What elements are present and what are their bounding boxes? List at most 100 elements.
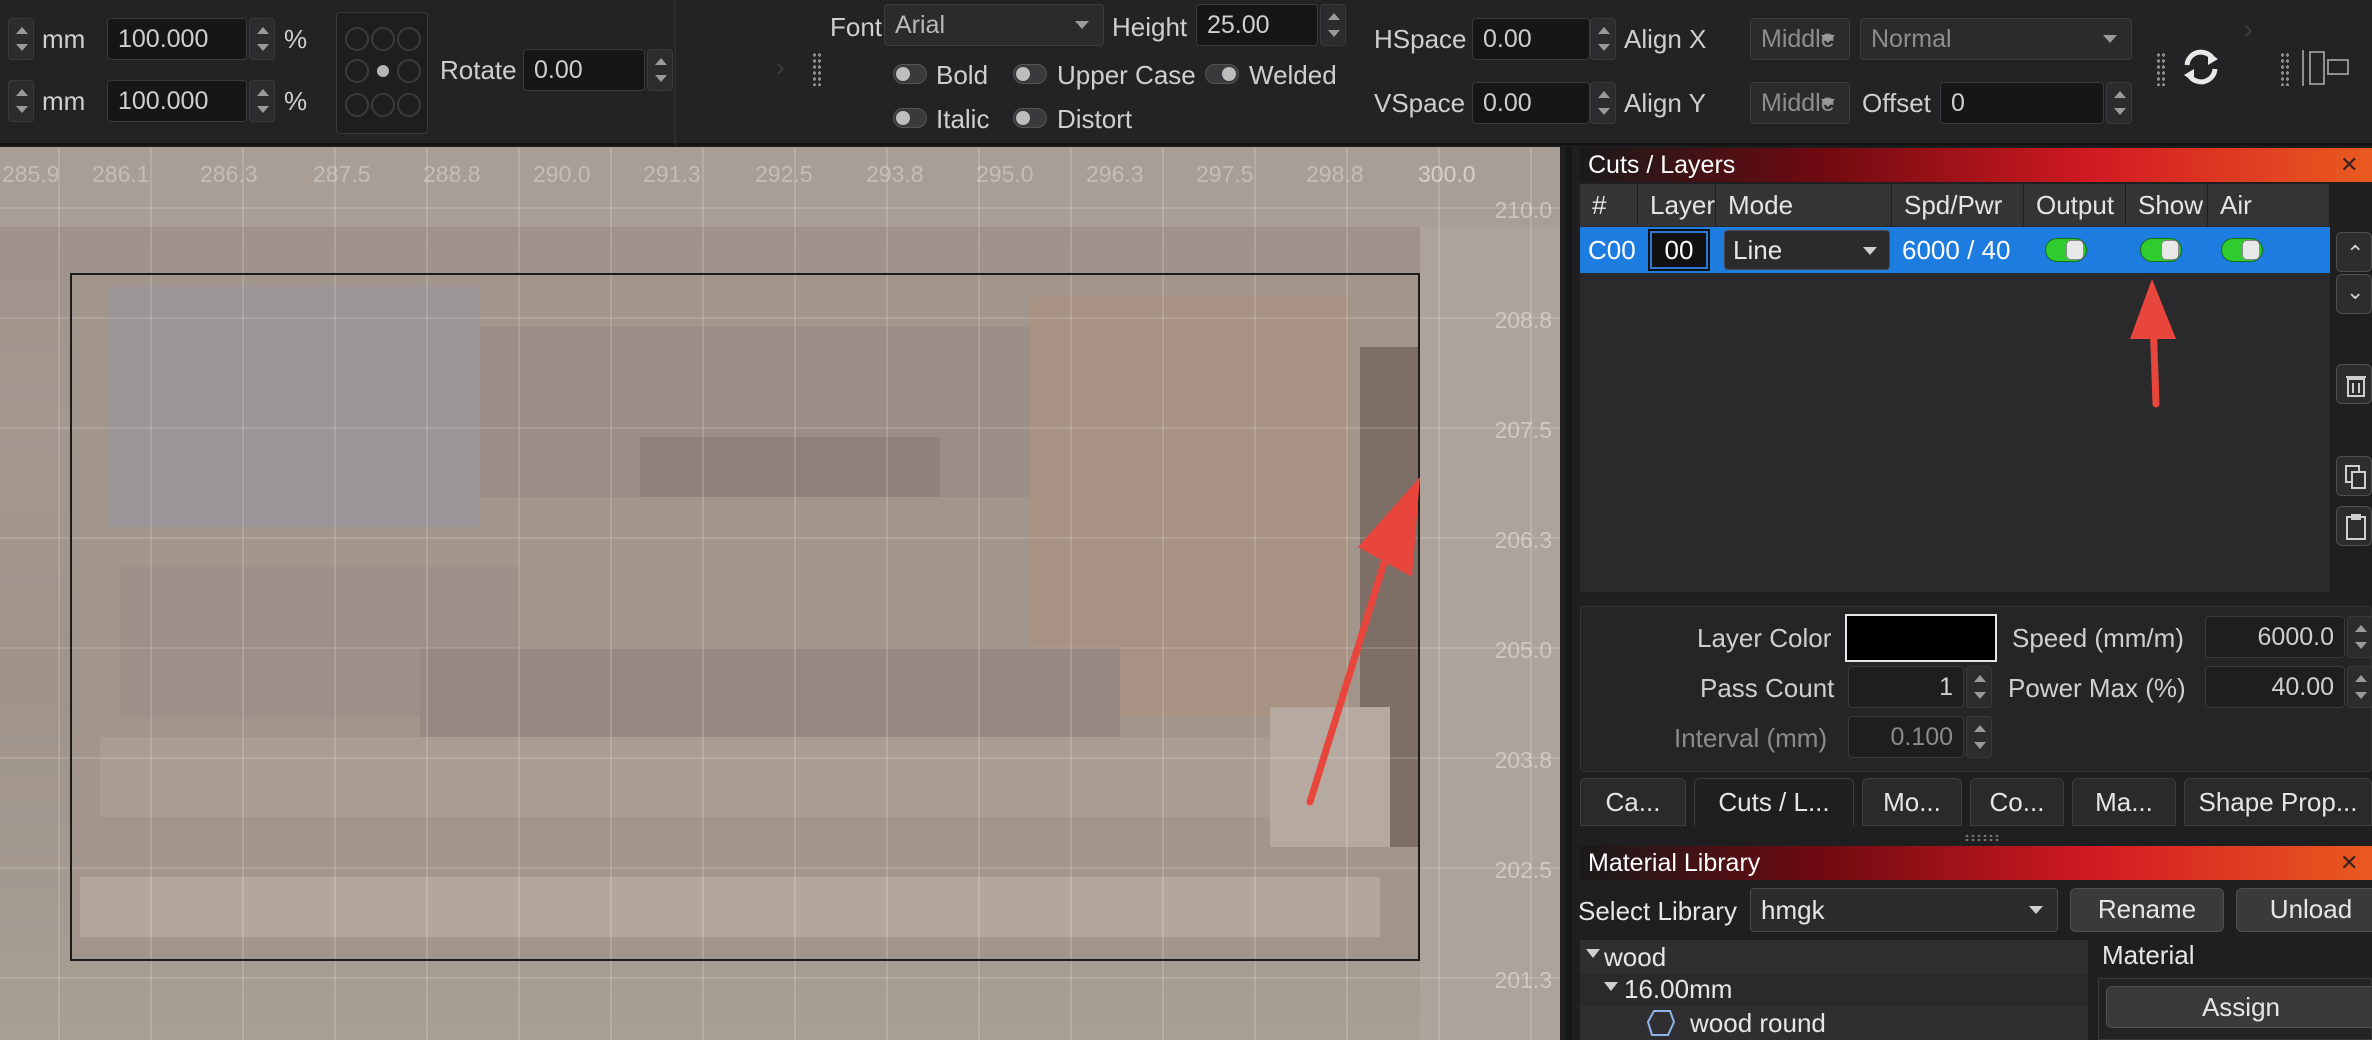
- height-percent-field[interactable]: 100.000: [107, 80, 247, 122]
- unload-button[interactable]: Unload: [2236, 888, 2372, 932]
- speed-stepper[interactable]: [2347, 616, 2372, 658]
- work-area-rectangle[interactable]: [70, 273, 1420, 961]
- frame-icon[interactable]: [2300, 48, 2360, 95]
- align-x-select[interactable]: Middle: [1750, 18, 1850, 60]
- text-mode-select[interactable]: Normal: [1860, 18, 2132, 60]
- toolbar-grip-icon[interactable]: [2156, 52, 2166, 86]
- chevron-down-icon: [2029, 906, 2043, 914]
- move-layer-up-button[interactable]: ⌃: [2336, 232, 2372, 272]
- anchor-point-grid[interactable]: [336, 12, 428, 134]
- text-height-field[interactable]: 25.00: [1196, 4, 1318, 46]
- tab-material[interactable]: Ma...: [2072, 778, 2176, 826]
- layer-color-swatch[interactable]: [1845, 614, 1997, 662]
- refresh-icon[interactable]: [2178, 44, 2224, 97]
- rotate-field[interactable]: 0.00: [523, 49, 645, 91]
- mode-select-value: Line: [1733, 235, 1783, 265]
- air-toggle[interactable]: [2221, 238, 2263, 262]
- library-select-value: hmgk: [1761, 895, 1825, 925]
- background-image-region: [1420, 227, 1560, 1040]
- show-toggle[interactable]: [2140, 238, 2182, 262]
- ruler-x-tick: 300.0: [1418, 161, 1476, 187]
- power-max-stepper[interactable]: [2347, 666, 2372, 708]
- copy-settings-button[interactable]: [2336, 456, 2372, 496]
- mode-select[interactable]: Line: [1724, 230, 1890, 270]
- offset-field[interactable]: 0: [1940, 82, 2104, 124]
- ruler-x-tick: 290.0: [533, 161, 591, 187]
- ruler-x-tick: 287.5: [313, 161, 371, 187]
- toolbar-grip-icon[interactable]: [812, 52, 822, 86]
- design-canvas[interactable]: 285.9 286.1 286.3 287.5 288.8 290.0 291.…: [0, 147, 1560, 1040]
- tab-move[interactable]: Mo...: [1862, 778, 1962, 826]
- expand-arrow-icon: [1604, 982, 1618, 991]
- power-max-field[interactable]: 40.00: [2205, 666, 2345, 708]
- toggle-knob: [1016, 67, 1030, 81]
- dock-splitter[interactable]: [1566, 147, 1572, 1040]
- hspace-stepper[interactable]: [1590, 18, 1616, 60]
- interval-field[interactable]: 0.100: [1848, 716, 1964, 758]
- material-label: Material: [2102, 940, 2195, 970]
- rename-button[interactable]: Rename: [2070, 888, 2224, 932]
- annotation-arrow-icon: [2130, 279, 2176, 408]
- rotate-stepper[interactable]: [647, 49, 673, 91]
- tab-cuts-layers[interactable]: Cuts / L...: [1694, 778, 1854, 826]
- align-y-select[interactable]: Middle: [1750, 82, 1850, 124]
- offset-stepper[interactable]: [2106, 82, 2132, 124]
- tree-item-wood[interactable]: wood: [1580, 940, 2088, 974]
- vspace-field[interactable]: 0.00: [1472, 82, 1590, 124]
- upper-case-toggle[interactable]: [1013, 64, 1047, 84]
- italic-toggle[interactable]: [893, 108, 927, 128]
- move-layer-down-button[interactable]: ⌄: [2336, 274, 2372, 314]
- close-icon[interactable]: ✕: [2340, 850, 2358, 876]
- panel-resize-grip-icon[interactable]: [1964, 834, 2000, 842]
- height-unit-label: mm: [42, 86, 86, 116]
- toolbar-overflow-icon[interactable]: ›: [776, 52, 785, 82]
- paste-settings-button[interactable]: [2336, 506, 2372, 546]
- tree-item-material[interactable]: wood round: [1580, 1006, 2088, 1040]
- layer-number-field[interactable]: 00: [1648, 229, 1710, 271]
- material-library-title-text: Material Library: [1588, 849, 1761, 877]
- toggle-knob: [896, 111, 910, 125]
- tab-camera[interactable]: Ca...: [1580, 778, 1686, 826]
- text-height-stepper[interactable]: [1320, 4, 1346, 46]
- pass-count-field[interactable]: 1: [1848, 666, 1964, 708]
- width-unit-label: mm: [42, 24, 86, 54]
- tab-shape-properties[interactable]: Shape Prop...: [2184, 778, 2372, 826]
- text-mode-value: Normal: [1871, 25, 1952, 53]
- pass-count-stepper[interactable]: [1966, 666, 1992, 708]
- width-percent-stepper[interactable]: [249, 18, 275, 60]
- delete-layer-button[interactable]: [2336, 364, 2372, 404]
- align-x-label: Align X: [1624, 24, 1707, 54]
- ruler-x-tick: 288.8: [423, 161, 481, 187]
- library-select[interactable]: hmgk: [1750, 888, 2058, 932]
- bold-toggle[interactable]: [893, 64, 927, 84]
- font-select[interactable]: Arial: [884, 4, 1104, 46]
- toolbar-grip-icon[interactable]: [2280, 52, 2290, 86]
- speed-field[interactable]: 6000.0: [2205, 616, 2345, 658]
- vspace-label: VSpace: [1374, 88, 1466, 118]
- toggle-knob: [2066, 240, 2084, 260]
- tree-item-thickness[interactable]: 16.00mm: [1580, 974, 2088, 1006]
- column-header-number: #: [1580, 184, 1638, 226]
- width-percent-field[interactable]: 100.000: [107, 18, 247, 60]
- distort-toggle[interactable]: [1013, 108, 1047, 128]
- toolbar-overflow-icon[interactable]: ›: [2244, 14, 2253, 44]
- close-icon[interactable]: ✕: [2340, 152, 2358, 178]
- italic-label: Italic: [936, 104, 990, 134]
- ruler-y-tick: 202.5: [1494, 857, 1552, 883]
- tree-item-label: 16.00mm: [1624, 974, 1733, 1004]
- assign-button[interactable]: Assign: [2106, 986, 2372, 1028]
- vspace-stepper[interactable]: [1590, 82, 1616, 124]
- font-label: Font: [830, 12, 883, 42]
- width-mm-stepper[interactable]: [8, 18, 34, 60]
- column-header-spd-pwr: Spd/Pwr: [1892, 184, 2024, 226]
- table-row[interactable]: C00 00 Line 6000 / 40: [1580, 227, 2330, 273]
- interval-stepper[interactable]: [1966, 716, 1992, 758]
- hspace-field[interactable]: 0.00: [1472, 18, 1590, 60]
- welded-toggle[interactable]: [1205, 64, 1239, 84]
- output-toggle[interactable]: [2045, 238, 2087, 262]
- height-mm-stepper[interactable]: [8, 80, 34, 122]
- tab-console[interactable]: Co...: [1970, 778, 2064, 826]
- width-percent-symbol: %: [284, 24, 308, 54]
- height-percent-stepper[interactable]: [249, 80, 275, 122]
- hspace-label: HSpace: [1374, 24, 1467, 54]
